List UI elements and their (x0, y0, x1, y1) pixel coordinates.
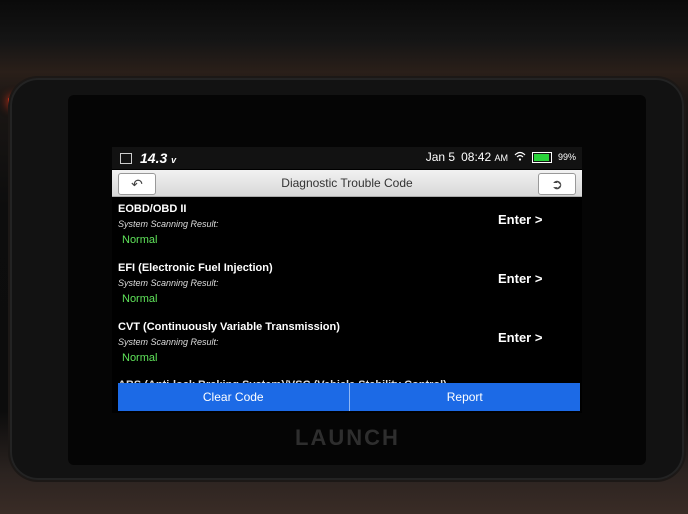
title-bar: ↶ Diagnostic Trouble Code ➲ (112, 170, 582, 197)
enter-button[interactable]: Enter > (498, 330, 542, 345)
battery-icon (531, 151, 552, 163)
list-item[interactable]: EOBD/OBD II System Scanning Result: Norm… (118, 203, 578, 261)
voltage-value: 14.3 v (140, 150, 177, 166)
scan-label: System Scanning Result: (118, 278, 219, 288)
list-item[interactable]: EFI (Electronic Fuel Injection) System S… (118, 262, 578, 320)
page-title: Diagnostic Trouble Code (281, 176, 413, 190)
system-name: CVT (Continuously Variable Transmission) (118, 321, 340, 333)
exit-button[interactable]: ➲ (538, 173, 576, 195)
report-button[interactable]: Report (348, 383, 580, 411)
wifi-icon (514, 150, 526, 164)
action-bar: Clear Code Report (118, 383, 580, 411)
battery-percent: 99% (557, 152, 576, 162)
scan-result: Normal (122, 293, 158, 305)
system-name: EFI (Electronic Fuel Injection) (118, 262, 273, 274)
time-text: 08:42 AM (461, 150, 508, 164)
device-brand-logo: LAUNCH (295, 425, 400, 450)
status-bar: 14.3 v Jan 5 08:42 AM 99% (112, 147, 582, 169)
clear-code-button[interactable]: Clear Code (118, 383, 349, 411)
enter-button[interactable]: Enter > (498, 212, 542, 227)
system-name: EOBD/OBD II (118, 203, 187, 215)
exit-icon: ➲ (551, 176, 563, 192)
date-text: Jan 5 (425, 150, 456, 164)
scan-result: Normal (122, 352, 158, 364)
scan-label: System Scanning Result: (118, 337, 219, 347)
scan-result: Normal (122, 234, 158, 246)
calendar-icon (120, 152, 132, 164)
device-screen: 14.3 v Jan 5 08:42 AM 99% ↶ Diagnostic T… (112, 147, 582, 413)
system-list: EOBD/OBD II System Scanning Result: Norm… (112, 199, 582, 379)
enter-button[interactable]: Enter > (498, 271, 542, 286)
scan-label: System Scanning Result: (118, 219, 219, 229)
list-item[interactable]: CVT (Continuously Variable Transmission)… (118, 321, 578, 379)
